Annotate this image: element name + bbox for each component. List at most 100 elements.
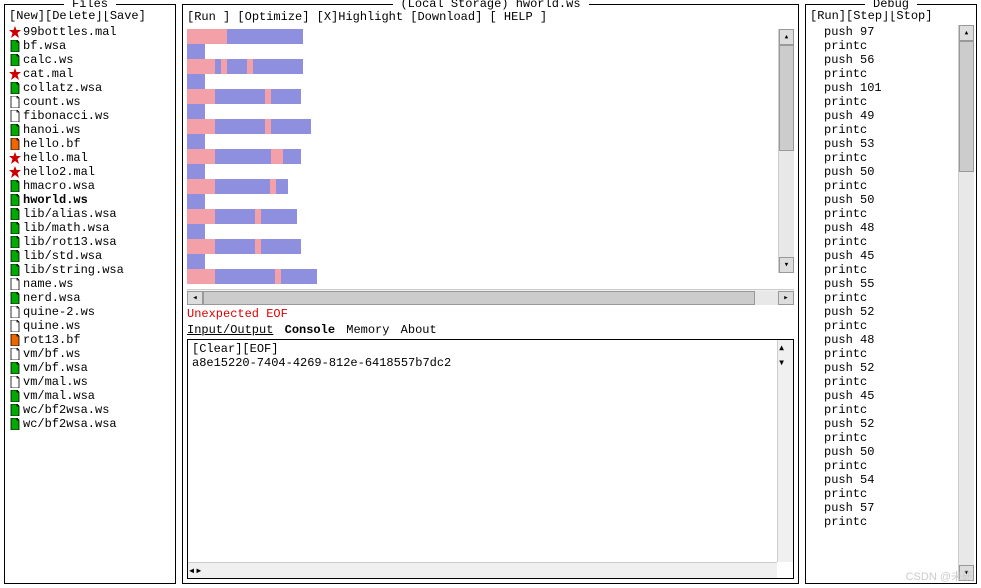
file-item[interactable]: wc/bf2wsa.wsa [9,417,171,431]
file-item[interactable]: quine.ws [9,319,171,333]
code-row[interactable] [187,239,794,254]
file-item[interactable]: lib/alias.wsa [9,207,171,221]
debug-instruction[interactable]: printc [824,207,974,221]
file-item[interactable]: vm/bf.ws [9,347,171,361]
new-button[interactable]: [New] [9,9,45,23]
debug-instruction[interactable]: push 50 [824,445,974,459]
editor-hscrollbar[interactable]: ◂ ▸ [187,289,794,305]
debug-instruction[interactable]: printc [824,347,974,361]
debug-instruction[interactable]: printc [824,375,974,389]
code-row[interactable] [187,209,794,224]
debug-instruction[interactable]: push 57 [824,501,974,515]
scroll-left-icon[interactable]: ◂ [187,291,203,305]
debug-stop-button[interactable]: [Stop] [889,9,932,23]
file-item[interactable]: hello.mal [9,151,171,165]
debug-instruction[interactable]: push 45 [824,389,974,403]
vscroll-thumb[interactable] [959,41,974,172]
code-row[interactable] [187,224,794,239]
code-visualization[interactable]: ▴ ▾ [187,29,794,289]
eof-button[interactable]: [EOF] [242,342,278,356]
file-item[interactable]: collatz.wsa [9,81,171,95]
code-row[interactable] [187,59,794,74]
tab-memory[interactable]: Memory [346,323,389,337]
code-row[interactable] [187,149,794,164]
debug-instruction[interactable]: push 54 [824,473,974,487]
file-item[interactable]: hworld.ws [9,193,171,207]
debug-instruction[interactable]: push 48 [824,221,974,235]
scroll-down-icon[interactable]: ▾ [778,355,793,370]
debug-instruction[interactable]: push 52 [824,361,974,375]
file-item[interactable]: vm/bf.wsa [9,361,171,375]
file-item[interactable]: lib/math.wsa [9,221,171,235]
editor-vscrollbar[interactable]: ▴ ▾ [778,29,794,273]
code-row[interactable] [187,74,794,89]
tab-about[interactable]: About [401,323,437,337]
debug-instruction[interactable]: printc [824,403,974,417]
debug-instruction[interactable]: push 56 [824,53,974,67]
scroll-right-icon[interactable]: ▸ [195,563,202,578]
scroll-up-icon[interactable]: ▴ [779,29,794,45]
debug-instruction[interactable]: push 52 [824,305,974,319]
file-item[interactable]: count.ws [9,95,171,109]
file-item[interactable]: hello2.mal [9,165,171,179]
debug-instruction[interactable]: push 97 [824,25,974,39]
debug-instruction[interactable]: push 55 [824,277,974,291]
debug-instruction[interactable]: push 52 [824,417,974,431]
debug-instruction[interactable]: push 45 [824,249,974,263]
scroll-down-icon[interactable]: ▾ [779,257,794,273]
download-button[interactable]: [Download] [410,10,482,24]
debug-instruction[interactable]: printc [824,263,974,277]
debug-instruction[interactable]: printc [824,459,974,473]
code-row[interactable] [187,134,794,149]
debug-instruction[interactable]: printc [824,151,974,165]
help-button[interactable]: [ HELP ] [489,10,547,24]
debug-instruction[interactable]: printc [824,291,974,305]
scroll-right-icon[interactable]: ▸ [778,291,794,305]
highlight-checkbox[interactable]: [X] [317,10,339,24]
tab-io[interactable]: Input/Output [187,323,273,337]
code-row[interactable] [187,194,794,209]
file-item[interactable]: fibonacci.ws [9,109,171,123]
code-row[interactable] [187,44,794,59]
console-hscrollbar[interactable]: ◂ ▸ [188,562,777,578]
debug-instruction[interactable]: printc [824,515,974,529]
file-item[interactable]: calc.ws [9,53,171,67]
file-item[interactable]: lib/rot13.wsa [9,235,171,249]
file-item[interactable]: lib/std.wsa [9,249,171,263]
code-row[interactable] [187,119,794,134]
debug-step-button[interactable]: [Step] [846,9,889,23]
code-row[interactable] [187,179,794,194]
debug-instruction[interactable]: printc [824,319,974,333]
file-item[interactable]: lib/string.wsa [9,263,171,277]
editor-area[interactable]: ▴ ▾ ◂ ▸ [187,29,794,305]
debug-instruction[interactable]: push 50 [824,165,974,179]
file-item[interactable]: nerd.wsa [9,291,171,305]
file-item[interactable]: hmacro.wsa [9,179,171,193]
file-item[interactable]: rot13.bf [9,333,171,347]
debug-instruction[interactable]: printc [824,123,974,137]
debug-instruction[interactable]: printc [824,95,974,109]
code-row[interactable] [187,164,794,179]
debug-instruction[interactable]: printc [824,39,974,53]
scroll-up-icon[interactable]: ▴ [959,25,974,41]
optimize-button[interactable]: [Optimize] [237,10,309,24]
clear-button[interactable]: [Clear] [192,342,242,356]
file-item[interactable]: quine-2.ws [9,305,171,319]
file-item[interactable]: vm/mal.wsa [9,389,171,403]
code-row[interactable] [187,254,794,269]
debug-instruction[interactable]: push 49 [824,109,974,123]
file-item[interactable]: wc/bf2wsa.ws [9,403,171,417]
console-vscrollbar[interactable]: ▴ ▾ [777,340,793,562]
run-button[interactable]: [Run ] [187,10,230,24]
tab-console[interactable]: Console [285,323,335,337]
debug-instruction[interactable]: printc [824,487,974,501]
debug-instruction[interactable]: printc [824,431,974,445]
code-row[interactable] [187,89,794,104]
vscroll-thumb[interactable] [779,45,794,151]
file-item[interactable]: bf.wsa [9,39,171,53]
file-item[interactable]: hello.bf [9,137,171,151]
file-item[interactable]: hanoi.ws [9,123,171,137]
debug-instruction[interactable]: push 53 [824,137,974,151]
code-row[interactable] [187,269,794,284]
file-item[interactable]: 99bottles.mal [9,25,171,39]
